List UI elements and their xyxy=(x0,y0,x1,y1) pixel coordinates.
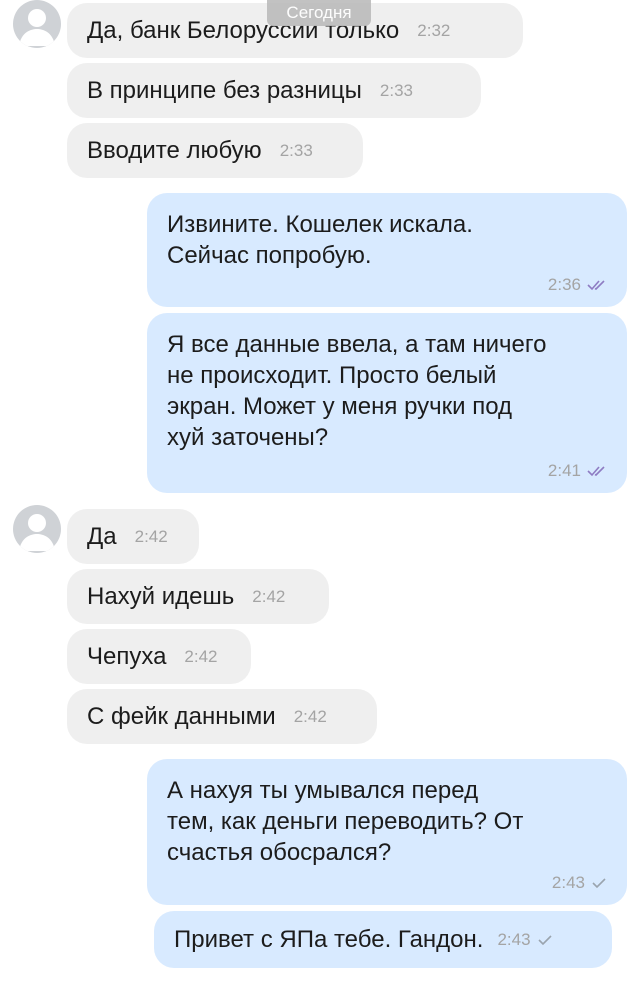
message-text: А нахуя ты умывался перед тем, как деньг… xyxy=(167,777,524,866)
message-time: 2:42 xyxy=(134,526,168,546)
message-text: С фейк данными xyxy=(87,703,276,730)
outgoing-message[interactable]: Привет с ЯПа тебе. Гандон. 2:43 xyxy=(154,911,612,968)
message-text: Вводите любую xyxy=(87,137,262,164)
contact-avatar-2[interactable] xyxy=(13,505,61,553)
user-placeholder-icon xyxy=(19,514,55,551)
message-text: Я все данные ввела, а там ничего не прои… xyxy=(167,331,547,451)
message-time: 2:32 xyxy=(417,20,451,40)
incoming-message[interactable]: Вводите любую 2:33 xyxy=(67,123,363,178)
message-text: Чепуха xyxy=(87,643,167,670)
message-time: 2:33 xyxy=(379,80,413,100)
message-text: Да xyxy=(87,523,117,550)
user-placeholder-icon xyxy=(19,9,55,46)
message-time: 2:42 xyxy=(184,646,218,666)
read-double-check-icon xyxy=(587,465,607,477)
message-time: 2:36 xyxy=(547,275,581,294)
message-text: Извините. Кошелек искала. Сейчас попробу… xyxy=(167,211,473,269)
message-time: 2:43 xyxy=(497,929,531,949)
sent-check-icon xyxy=(591,877,607,889)
sent-check-icon xyxy=(537,934,553,946)
outgoing-message[interactable]: А нахуя ты умывался перед тем, как деньг… xyxy=(147,759,627,905)
incoming-message[interactable]: С фейк данными 2:42 xyxy=(67,689,377,744)
incoming-message[interactable]: В принципе без разницы 2:33 xyxy=(67,63,481,118)
incoming-message[interactable]: Нахуй идешь 2:42 xyxy=(67,569,329,624)
message-text: В принципе без разницы xyxy=(87,77,362,104)
message-text: Привет с ЯПа тебе. Гандон. xyxy=(174,926,484,953)
message-time: 2:43 xyxy=(551,873,585,892)
outgoing-message[interactable]: Извините. Кошелек искала. Сейчас попробу… xyxy=(147,193,627,307)
message-time: 2:41 xyxy=(547,461,581,480)
contact-avatar-1[interactable] xyxy=(13,0,61,48)
incoming-message[interactable]: Чепуха 2:42 xyxy=(67,629,251,684)
message-time: 2:33 xyxy=(279,140,313,160)
read-double-check-icon xyxy=(587,279,607,291)
message-text: Нахуй идешь xyxy=(87,583,235,610)
message-time: 2:42 xyxy=(252,586,286,606)
message-time: 2:42 xyxy=(293,706,327,726)
date-divider: Сегодня xyxy=(267,0,371,26)
incoming-message[interactable]: Да 2:42 xyxy=(67,509,199,564)
outgoing-message[interactable]: Я все данные ввела, а там ничего не прои… xyxy=(147,313,627,493)
